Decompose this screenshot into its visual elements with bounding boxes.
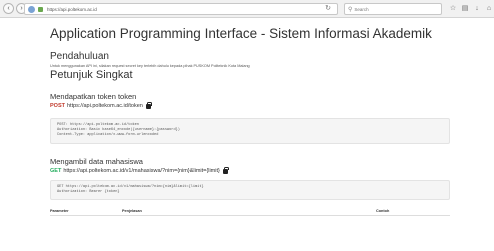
code-block-token: POST: https://api.poltekom.ac.id/token A… — [50, 118, 450, 144]
guide-heading: Petunjuk Singkat — [50, 69, 133, 81]
parameter-table-header: Parameter Penjelasan Contoh — [50, 209, 450, 213]
endpoint-url: https://api.poltekom.ac.id/v1/mahasiswa/… — [63, 167, 220, 174]
token-endpoint: POST https://api.poltekom.ac.id/token — [50, 102, 450, 109]
mahasiswa-endpoint: GET https://api.poltekom.ac.id/v1/mahasi… — [50, 166, 450, 174]
method-badge-post: POST — [50, 103, 65, 109]
column-header-penjelasan: Penjelasan — [122, 209, 142, 214]
method-badge-get: GET — [50, 167, 62, 174]
table-divider — [50, 215, 450, 217]
intro-text: Untuk menggunakan API ini, silakan reque… — [50, 64, 250, 68]
search-bar[interactable]: ⚲ — [344, 3, 442, 15]
reading-list-icon[interactable]: ▤ — [461, 4, 469, 13]
column-header-parameter: Parameter — [50, 209, 69, 214]
browser-toolbar: ‹ › https://api.poltekom.ac.id ↻ ⚲ ☆ ▤ ↓… — [0, 0, 494, 18]
address-bar[interactable]: https://api.poltekom.ac.id ↻ — [24, 3, 338, 15]
code-block-mahasiswa: GET https://api.poltekom.ac.id/v1/mahasi… — [50, 179, 450, 201]
code-line: Content-Type: application/x-www-form-url… — [57, 133, 159, 138]
page-title: Application Programming Interface - Sist… — [50, 26, 432, 41]
column-header-contoh: Contoh — [376, 209, 390, 214]
endpoint-url: https://api.poltekom.ac.id/token — [66, 103, 143, 109]
intro-heading: Pendahuluan — [50, 51, 109, 62]
code-line: Authorization: Bearer {token} — [57, 189, 120, 194]
lock-icon — [222, 166, 229, 174]
section-token-heading: Mendapatkan token token — [50, 92, 137, 101]
search-input[interactable] — [354, 6, 435, 12]
lock-icon — [145, 102, 152, 109]
search-icon: ⚲ — [348, 6, 353, 13]
url-text[interactable]: https://api.poltekom.ac.id — [47, 7, 97, 12]
reload-icon[interactable]: ↻ — [325, 4, 331, 14]
bookmark-star-icon[interactable]: ☆ — [449, 4, 457, 13]
back-button[interactable]: ‹ — [3, 3, 14, 14]
download-icon[interactable]: ↓ — [473, 4, 481, 13]
page-content: Application Programming Interface - Sist… — [50, 26, 450, 217]
secure-lock-icon — [38, 6, 43, 12]
section-mahasiswa-heading: Mengambil data mahasiswa — [50, 156, 143, 166]
site-info-icon[interactable] — [28, 5, 35, 13]
home-icon[interactable]: ⌂ — [485, 4, 493, 13]
toolbar-icons: ☆ ▤ ↓ ⌂ ♥ — [449, 4, 494, 13]
